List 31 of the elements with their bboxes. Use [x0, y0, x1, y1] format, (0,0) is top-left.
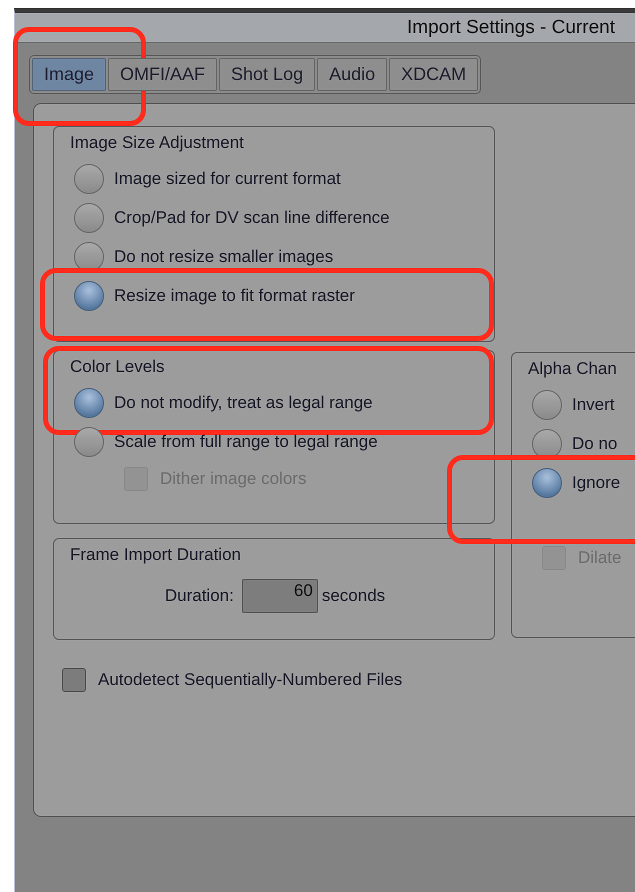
radio-button[interactable] [74, 202, 104, 232]
group-title: Frame Import Duration [70, 545, 241, 564]
radio-label: Crop/Pad for DV scan line difference [114, 208, 390, 228]
radio-label: Do not resize smaller images [114, 246, 334, 266]
radio-button[interactable] [74, 280, 104, 310]
radio-button[interactable] [74, 426, 104, 456]
radio-button[interactable] [532, 390, 562, 420]
tab[interactable]: Audio [317, 58, 388, 91]
radio-label: Ignore [572, 472, 620, 492]
tab[interactable]: Shot Log [219, 58, 316, 91]
radio-label: Do not modify, treat as legal range [114, 392, 373, 412]
unit-label: seconds [322, 586, 386, 606]
radio-button[interactable] [532, 468, 562, 498]
window-title: Import Settings - Current [406, 16, 615, 38]
tab[interactable]: XDCAM [389, 58, 478, 91]
tab[interactable]: OMFI/AAF [108, 58, 218, 91]
tab[interactable]: Image [32, 58, 106, 91]
radio-button[interactable] [74, 164, 104, 194]
group-title: Image Size Adjustment [70, 133, 244, 152]
duration-field[interactable]: 60 [242, 579, 318, 613]
radio-label: Scale from full range to legal range [114, 432, 378, 452]
radio-button[interactable] [74, 388, 104, 418]
radio-label: Invert [572, 394, 615, 414]
radio-label: Image sized for current format [114, 168, 341, 188]
group-title: Color Levels [70, 357, 164, 376]
radio-label: Do no [572, 434, 618, 454]
checkbox-label: Autodetect Sequentially-Numbered Files [98, 670, 402, 690]
field-label: Duration: [164, 586, 234, 606]
group-title: Alpha Chan [528, 359, 617, 378]
radio-label: Resize image to fit format raster [114, 286, 355, 306]
checkbox[interactable] [62, 668, 86, 692]
